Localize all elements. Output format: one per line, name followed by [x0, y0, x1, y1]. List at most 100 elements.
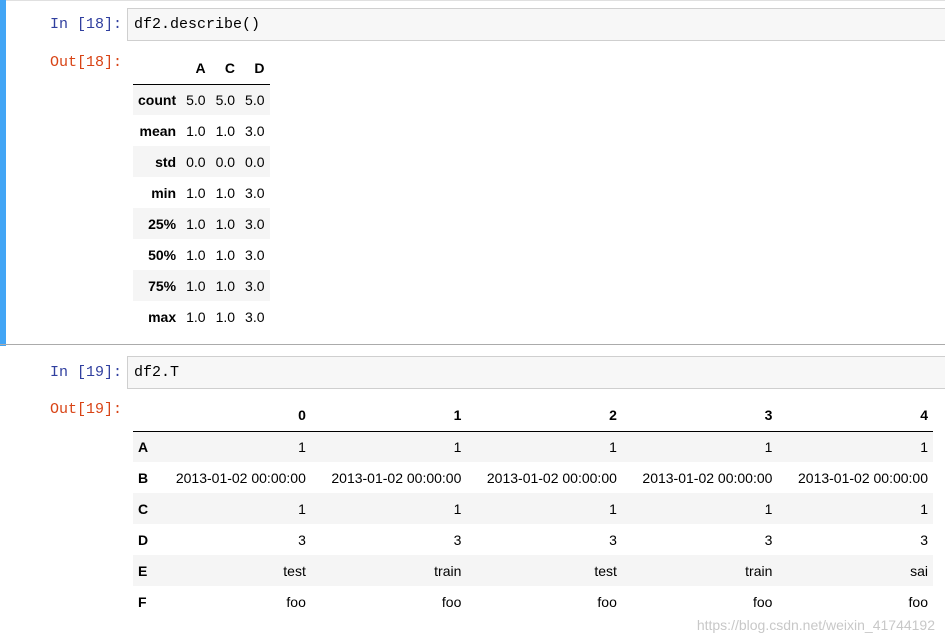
index-header	[133, 52, 182, 85]
table-cell: 1	[764, 438, 773, 455]
code-text[interactable]: df2.describe()	[134, 15, 260, 35]
table-row: count 5.0 5.0 5.0	[133, 84, 270, 115]
table-row: std 0.0 0.0 0.0	[133, 146, 270, 177]
cell-top-border	[0, 0, 945, 1]
index-header	[133, 399, 156, 432]
table-cell: 1.0	[215, 277, 236, 294]
table-row: 25% 1.0 1.0 3.0	[133, 208, 270, 239]
column-header: 1	[310, 399, 467, 432]
table-cell: 1.0	[215, 308, 236, 325]
table-cell: 3	[920, 531, 928, 548]
table-cell: 5.0	[215, 91, 236, 108]
table-cell: 1.0	[186, 122, 206, 139]
row-index: 25%	[148, 215, 177, 232]
table-cell: 1	[298, 500, 306, 517]
column-header: D	[240, 52, 270, 85]
column-header: A	[181, 52, 211, 85]
row-index: 50%	[148, 246, 177, 263]
table-row: 50% 1.0 1.0 3.0	[133, 239, 270, 270]
table-cell: foo	[752, 593, 773, 610]
table-cell: 3	[298, 531, 306, 548]
selected-cell-indicator	[0, 0, 6, 346]
table-cell: 3.0	[245, 215, 265, 232]
table-cell: test	[594, 562, 617, 579]
table-row: B 2013-01-02 00:00:00 2013-01-02 00:00:00 2…	[133, 462, 933, 493]
describe-output-table: ACD count 5.0 5.0 5.0 mean 1.0 1.0 3.0 std 0.0 0.0…	[133, 52, 270, 332]
table-cell: 1.0	[186, 308, 206, 325]
table-cell: foo	[441, 593, 462, 610]
table-cell: train	[745, 562, 773, 579]
table-cell: 1	[920, 500, 928, 517]
table-cell: 2013-01-02 00:00:00	[175, 469, 306, 486]
column-header: 2	[466, 399, 622, 432]
table-cell: 1	[298, 438, 306, 455]
table-row: 75% 1.0 1.0 3.0	[133, 270, 270, 301]
column-header: 3	[621, 399, 778, 432]
code-input-area[interactable]: df2.describe()	[127, 8, 945, 41]
column-header: 4	[777, 399, 933, 432]
input-prompt: In [19]:	[49, 364, 122, 381]
table-cell: 1.0	[215, 215, 236, 232]
row-index: D	[138, 531, 149, 548]
table-cell: 2013-01-02 00:00:00	[798, 469, 928, 486]
table-cell: 3	[453, 531, 462, 548]
row-index: count	[138, 91, 177, 108]
table-cell: 0.0	[245, 153, 265, 170]
row-index: A	[138, 438, 149, 455]
notebook-cell-18[interactable]: In [18]: df2.describe() Out[18]: ACD cou…	[0, 0, 945, 346]
table-cell: 1	[453, 438, 462, 455]
table-cell: 3.0	[245, 308, 265, 325]
table-cell: 1	[764, 500, 773, 517]
transpose-output-table: 01234 A 1 1 1 1 1 B 2013-01-02 00:00:00 2013-01-…	[133, 399, 933, 617]
table-row: Etest train test train sai	[133, 555, 933, 586]
table-cell: 1	[609, 438, 617, 455]
table-cell: 3.0	[245, 122, 265, 139]
table-cell: 0.0	[186, 153, 206, 170]
table-cell: 3.0	[245, 184, 265, 201]
row-index: min	[151, 184, 177, 201]
table-cell: 1.0	[186, 246, 206, 263]
table-cell: sai	[910, 562, 928, 579]
column-header: 0	[155, 399, 311, 432]
row-index: std	[155, 153, 177, 170]
table-row: max 1.0 1.0 3.0	[133, 301, 270, 332]
table-row: D 3 3 3 3 3	[133, 524, 933, 555]
table-cell: 3.0	[245, 277, 265, 294]
row-index: B	[138, 469, 149, 486]
table-cell: train	[434, 562, 462, 579]
table-cell: 0.0	[215, 153, 236, 170]
table-cell: 1.0	[215, 246, 236, 263]
table-cell: 5.0	[186, 91, 206, 108]
table-cell: foo	[286, 593, 306, 610]
table-row: A 1 1 1 1 1	[133, 431, 933, 462]
table-cell: 5.0	[245, 91, 265, 108]
table-cell: foo	[908, 593, 928, 610]
table-cell: 1	[453, 500, 462, 517]
column-header: C	[210, 52, 241, 85]
output-prompt: Out[19]:	[49, 401, 122, 418]
row-index: max	[148, 308, 177, 325]
row-index: C	[138, 500, 149, 517]
table-cell: 1.0	[186, 215, 206, 232]
table-cell: 2013-01-02 00:00:00	[486, 469, 617, 486]
cell-bottom-border	[0, 344, 945, 345]
code-text[interactable]: df2.T	[134, 363, 179, 383]
table-cell: 1.0	[215, 184, 236, 201]
output-prompt: Out[18]:	[49, 54, 122, 71]
watermark: https://blog.csdn.net/weixin_41744192	[696, 617, 935, 633]
table-cell: 2013-01-02 00:00:00	[331, 469, 462, 486]
table-cell: 3.0	[245, 246, 265, 263]
table-cell: 1	[920, 438, 928, 455]
code-input-area[interactable]: df2.T	[127, 356, 945, 389]
table-cell: 2013-01-02 00:00:00	[642, 469, 773, 486]
table-cell: 1.0	[186, 184, 206, 201]
table-row: min 1.0 1.0 3.0	[133, 177, 270, 208]
row-index: 75%	[148, 277, 177, 294]
row-index: mean	[139, 122, 177, 139]
table-cell: 3	[764, 531, 773, 548]
table-cell: 1.0	[215, 122, 236, 139]
table-cell: 1	[609, 500, 617, 517]
table-cell: foo	[597, 593, 617, 610]
input-prompt: In [18]:	[49, 16, 122, 33]
row-index: E	[138, 562, 148, 579]
